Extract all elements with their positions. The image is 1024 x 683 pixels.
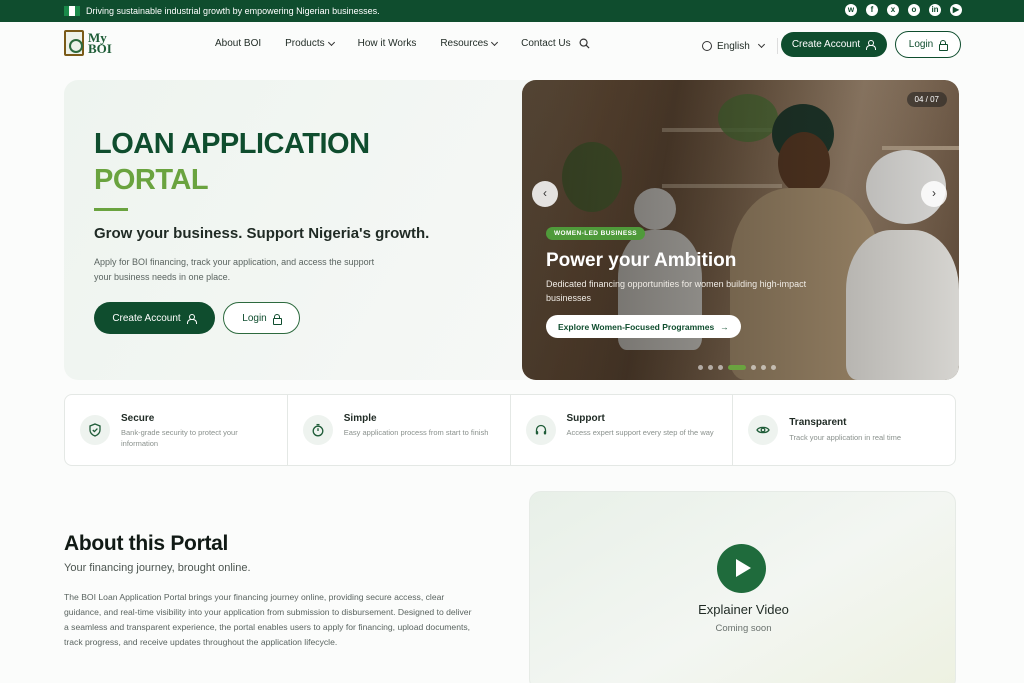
hero-create-account-button[interactable]: Create Account xyxy=(94,302,215,334)
globe-icon xyxy=(702,41,712,51)
explore-programmes-button[interactable]: Explore Women-Focused Programmes → xyxy=(546,315,741,338)
nav-item-products[interactable]: Products xyxy=(285,38,335,49)
about-body: The BOI Loan Application Portal brings y… xyxy=(64,592,472,647)
feature-support: Support Access expert support every step… xyxy=(511,395,734,465)
facebook-icon[interactable]: f xyxy=(866,4,878,16)
feature-secure: Secure Bank-grade security to protect yo… xyxy=(65,395,288,465)
carousel-indicators xyxy=(698,365,776,370)
about-title: About this Portal xyxy=(64,532,229,555)
myboi-logo[interactable]: My BOI xyxy=(64,30,112,56)
social-links: w f x o in ▶ xyxy=(845,4,962,16)
hero-section: LOAN APPLICATION PORTAL Grow your busine… xyxy=(64,80,959,380)
top-announcement-bar: Driving sustainable industrial growth by… xyxy=(0,0,1024,22)
feature-title: Transparent xyxy=(789,417,847,428)
feature-title: Secure xyxy=(121,413,155,424)
shield-icon xyxy=(80,415,110,445)
carousel-dot[interactable] xyxy=(718,365,723,370)
hero-subtitle: Grow your business. Support Nigeria's gr… xyxy=(94,225,430,242)
category-badge: WOMEN-LED BUSINESS xyxy=(546,227,646,240)
hero-title-line2: PORTAL xyxy=(94,164,209,196)
timer-icon xyxy=(302,415,333,445)
carousel-dot[interactable] xyxy=(761,365,766,370)
slide-description: Dedicated financing opportunities for wo… xyxy=(546,279,807,303)
eye-icon xyxy=(748,415,779,445)
video-status: Coming soon xyxy=(715,623,772,634)
feature-description: Access expert support every step of the … xyxy=(566,428,714,437)
add-user-icon xyxy=(186,313,197,324)
feature-simple: Simple Easy application process from sta… xyxy=(288,395,511,465)
hero-carousel[interactable]: 04 / 07 ‹ › WOMEN-LED BUSINESS Power you… xyxy=(522,80,959,380)
search-icon[interactable] xyxy=(579,38,590,49)
explainer-video-panel: Explainer Video Coming soon xyxy=(529,491,956,683)
play-icon[interactable] xyxy=(717,544,766,593)
lock-icon xyxy=(939,40,949,51)
tagline: Driving sustainable industrial growth by… xyxy=(86,6,380,16)
hero-title-line1: LOAN APPLICATION xyxy=(94,128,370,160)
feature-strip: Secure Bank-grade security to protect yo… xyxy=(64,394,956,466)
chevron-down-icon xyxy=(757,40,765,49)
headset-icon xyxy=(525,415,556,445)
carousel-dot[interactable] xyxy=(708,365,713,370)
nav-item-resources[interactable]: Resources xyxy=(440,38,499,49)
boi-emblem-icon xyxy=(64,30,84,56)
feature-title: Support xyxy=(566,413,605,424)
main-navigation: My BOI About BOI Products How it Works R… xyxy=(0,22,1024,68)
carousel-prev-button[interactable]: ‹ xyxy=(532,181,558,207)
lock-icon xyxy=(272,313,282,325)
x-icon[interactable]: x xyxy=(887,4,899,16)
feature-title: Simple xyxy=(343,413,377,424)
logo-text-boi: BOI xyxy=(88,41,112,56)
language-selector[interactable]: English xyxy=(702,38,778,54)
whatsapp-icon[interactable]: w xyxy=(845,4,857,16)
nav-item-about-boi[interactable]: About BOI xyxy=(215,38,261,49)
add-user-icon xyxy=(866,40,877,50)
linkedin-icon[interactable]: in xyxy=(929,4,941,16)
hero-login-button[interactable]: Login xyxy=(223,302,300,334)
feature-description: Track your application in real time xyxy=(789,433,902,442)
nav-item-how-it-works[interactable]: How it Works xyxy=(358,38,417,49)
slide-counter: 04 / 07 xyxy=(906,92,947,107)
video-title: Explainer Video xyxy=(698,602,789,617)
nav-item-contact-us[interactable]: Contact Us xyxy=(521,38,570,49)
feature-description: Easy application process from start to f… xyxy=(343,428,489,437)
feature-transparent: Transparent Track your application in re… xyxy=(733,395,955,465)
nav-create-account-button[interactable]: Create Account xyxy=(781,32,887,57)
nigeria-flag-icon xyxy=(64,6,80,16)
nav-links: About BOI Products How it Works Resource… xyxy=(215,38,595,49)
youtube-icon[interactable]: ▶ xyxy=(950,4,962,16)
about-subtitle: Your financing journey, brought online. xyxy=(64,562,251,574)
carousel-dot-active[interactable] xyxy=(728,365,746,370)
chevron-down-icon xyxy=(491,38,499,46)
carousel-dot[interactable] xyxy=(751,365,756,370)
chevron-down-icon xyxy=(327,38,335,46)
arrow-right-icon: → xyxy=(720,321,729,332)
carousel-dot[interactable] xyxy=(698,365,703,370)
slide-title: Power your Ambition xyxy=(546,250,737,271)
hero-description: Apply for BOI financing, track your appl… xyxy=(94,257,375,282)
carousel-next-button[interactable]: › xyxy=(921,181,947,207)
feature-description: Bank-grade security to protect your info… xyxy=(121,428,238,448)
title-divider xyxy=(94,208,128,211)
carousel-dot[interactable] xyxy=(771,365,776,370)
instagram-icon[interactable]: o xyxy=(908,4,920,16)
nav-login-button[interactable]: Login xyxy=(895,31,961,58)
